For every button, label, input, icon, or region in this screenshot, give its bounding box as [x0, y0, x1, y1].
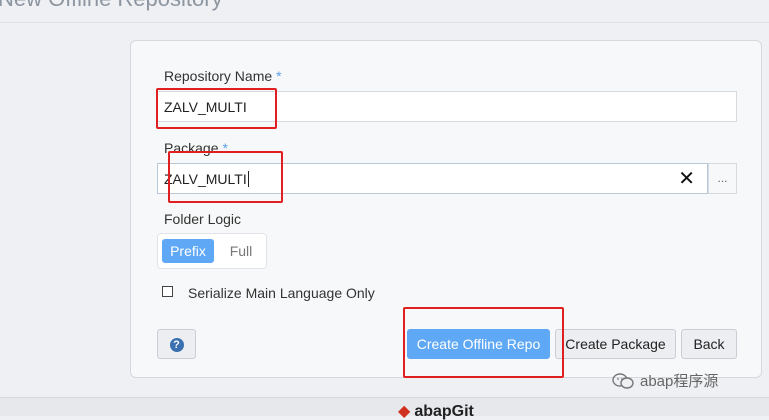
- repo-name-value: ZALV_MULTI: [164, 98, 247, 115]
- help-icon: ?: [169, 338, 184, 353]
- repo-name-input[interactable]: ZALV_MULTI: [157, 91, 737, 122]
- folder-logic-prefix[interactable]: Prefix: [162, 239, 214, 263]
- watermark: abap程序源: [612, 370, 718, 391]
- footer-logo: ◆ abapGit: [398, 404, 474, 420]
- repo-name-label-text: Repository Name: [164, 68, 273, 84]
- wechat-icon: [612, 372, 634, 389]
- serialize-checkbox[interactable]: [162, 286, 173, 297]
- required-mark: *: [222, 140, 228, 156]
- footer-bar: [0, 398, 769, 416]
- watermark-text: abap程序源: [640, 373, 719, 390]
- package-label: Package *: [164, 140, 228, 156]
- repo-name-label: Repository Name *: [164, 68, 282, 84]
- page-title: New Offline Repository: [0, 0, 223, 12]
- package-input[interactable]: ZALV_MULTI ✕: [157, 163, 708, 194]
- help-button[interactable]: ?: [157, 329, 196, 359]
- title-divider: [0, 22, 769, 23]
- abapgit-logo-icon: ◆: [398, 403, 411, 420]
- text-cursor: [247, 170, 249, 187]
- create-package-button[interactable]: Create Package: [555, 329, 676, 359]
- back-button[interactable]: Back: [681, 329, 737, 359]
- create-offline-repo-button[interactable]: Create Offline Repo: [407, 329, 550, 359]
- package-value: ZALV_MULTI: [164, 170, 247, 187]
- package-browse-button[interactable]: ...: [708, 163, 737, 194]
- clear-icon[interactable]: ✕: [678, 168, 695, 190]
- folder-logic-toggle: Prefix Full: [157, 233, 267, 269]
- folder-logic-label: Folder Logic: [164, 211, 242, 227]
- required-mark: *: [276, 68, 282, 84]
- package-label-text: Package: [164, 140, 219, 156]
- footer-logo-text: abapGit: [414, 403, 474, 420]
- serialize-label: Serialize Main Language Only: [188, 285, 375, 301]
- folder-logic-full[interactable]: Full: [218, 239, 264, 263]
